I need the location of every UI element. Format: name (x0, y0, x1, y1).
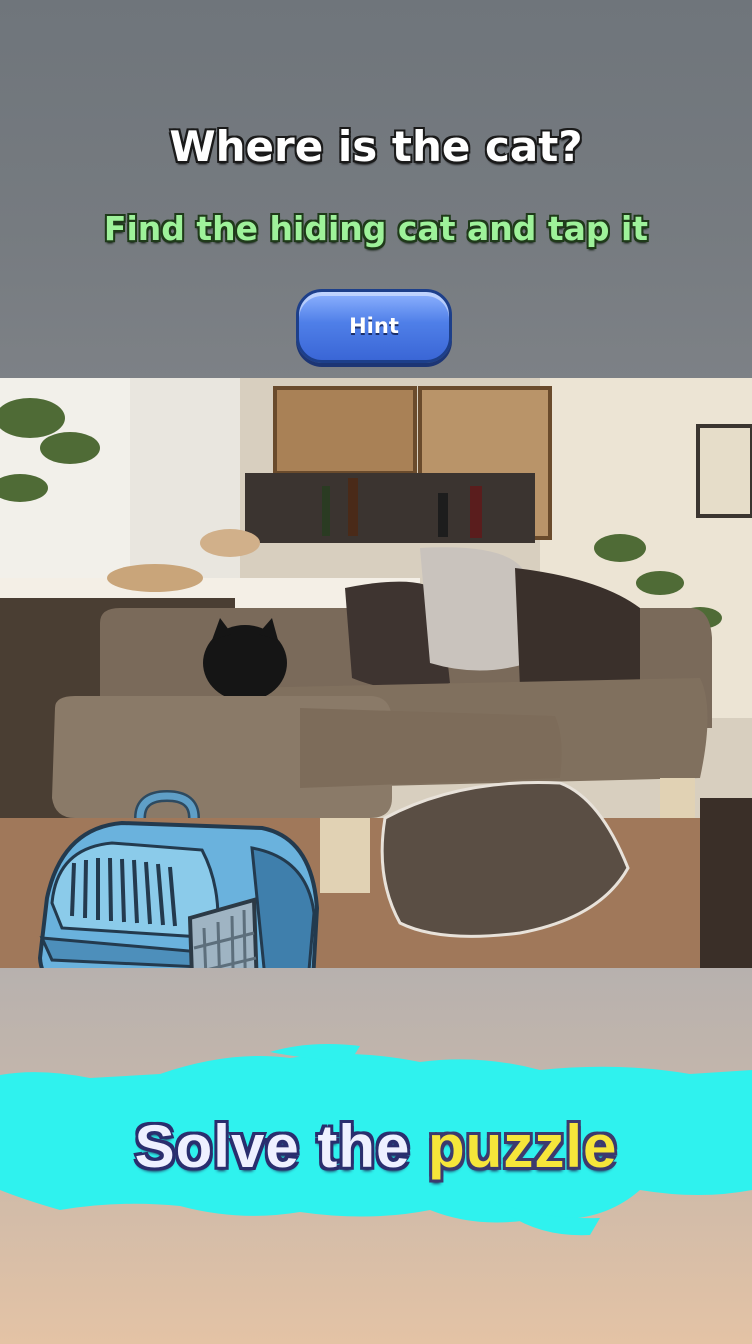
puzzle-title: Where is the cat? (169, 122, 583, 171)
hint-button[interactable]: Hint (296, 289, 452, 363)
tagline-part1: Solve the (134, 1113, 411, 1180)
tagline-part2: puzzle (428, 1113, 618, 1180)
hint-button-label: Hint (349, 314, 399, 338)
puzzle-instruction: Find the hiding cat and tap it (103, 209, 649, 248)
tagline: Solve the puzzle (0, 1112, 752, 1181)
